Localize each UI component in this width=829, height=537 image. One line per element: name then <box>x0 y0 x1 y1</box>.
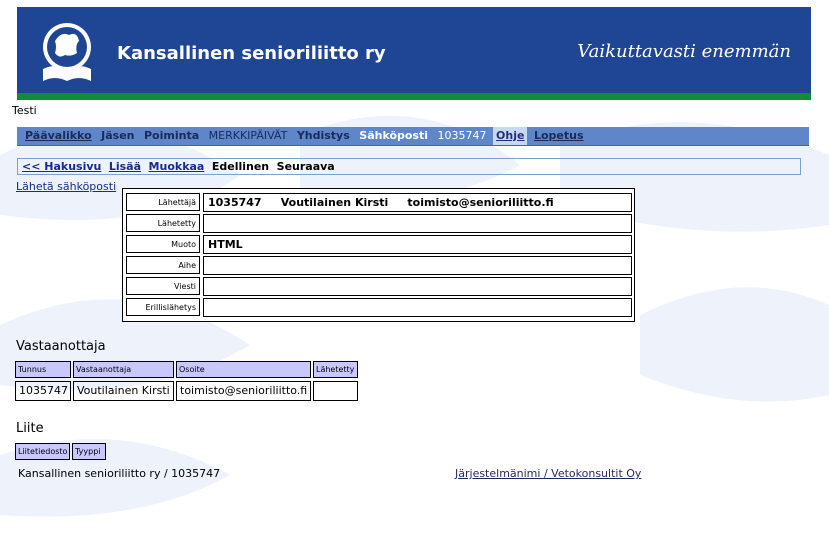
format-label: Muoto <box>126 235 200 253</box>
column-header: Tunnus <box>15 361 71 378</box>
sender-value: 1035747 Voutilainen Kirsti toimisto@seni… <box>203 193 632 212</box>
back-to-search-link[interactable]: << Hakusivu <box>22 159 101 174</box>
next-label: Seuraava <box>276 160 335 173</box>
nav-item-logout[interactable]: Lopetus <box>531 127 587 145</box>
message-value <box>203 277 632 296</box>
previous-label: Edellinen <box>211 160 270 173</box>
send-email-link[interactable]: Lähetä sähköposti <box>16 180 116 193</box>
sent-label: Lähetetty <box>126 214 200 232</box>
nav-item-main-menu[interactable]: Päävalikko <box>22 127 95 145</box>
nav-item-help[interactable]: Ohje <box>493 127 528 145</box>
message-label: Viesti <box>126 277 200 295</box>
organization-name: Kansallinen senioriliitto ry <box>117 43 386 64</box>
individual-send-value <box>203 298 632 317</box>
green-stripe <box>17 93 811 100</box>
format-value: HTML <box>203 235 632 254</box>
nav-item-member-id[interactable]: 1035747 <box>435 127 490 145</box>
sent-value <box>203 214 632 233</box>
column-header: Tyyppi <box>72 443 106 460</box>
individual-send-label: Erillislähetys <box>126 298 200 316</box>
footer-system-link[interactable]: Järjestelmänimi / Vetokonsultit Oy <box>455 467 641 480</box>
email-details-form: Lähettäjä 1035747 Voutilainen Kirsti toi… <box>122 188 635 322</box>
column-header: Vastaanottaja <box>73 361 174 378</box>
subject-value <box>203 256 632 275</box>
recipients-title: Vastaanottaja <box>16 339 106 354</box>
column-header: Liitetiedosto <box>15 443 70 460</box>
column-header: Lähetetty <box>313 361 358 378</box>
subject-label: Aihe <box>126 256 200 274</box>
column-header: Osoite <box>176 361 311 378</box>
slogan: Vaikuttavasti enemmän <box>577 41 791 62</box>
sender-label: Lähettäjä <box>126 193 200 211</box>
nav-item-member[interactable]: Jäsen <box>98 127 137 145</box>
environment-label: Testi <box>12 104 37 117</box>
nav-item-association[interactable]: Yhdistys <box>294 127 353 145</box>
footer-organization: Kansallinen senioriliitto ry / 1035747 <box>18 467 221 480</box>
header-banner: Kansallinen senioriliitto ry Vaikuttavas… <box>17 7 811 100</box>
main-navigation: Päävalikko Jäsen Poiminta MERKKIPÄIVÄT Y… <box>17 127 809 146</box>
table-cell <box>313 381 358 401</box>
lion-emblem-logo <box>43 23 91 81</box>
nav-item-selection[interactable]: Poiminta <box>141 127 202 145</box>
nav-item-email[interactable]: Sähköposti <box>356 127 431 145</box>
nav-item-birthdays[interactable]: MERKKIPÄIVÄT <box>206 127 291 145</box>
add-link[interactable]: Lisää <box>109 159 141 174</box>
record-navigation: << Hakusivu Lisää Muokkaa Edellinen Seur… <box>17 158 801 175</box>
table-cell: 1035747 <box>15 381 71 401</box>
table-cell: Voutilainen Kirsti <box>73 381 174 401</box>
edit-link[interactable]: Muokkaa <box>149 159 205 174</box>
table-cell: toimisto@senioriliitto.fi <box>176 381 311 401</box>
attachments-title: Liite <box>16 421 44 436</box>
